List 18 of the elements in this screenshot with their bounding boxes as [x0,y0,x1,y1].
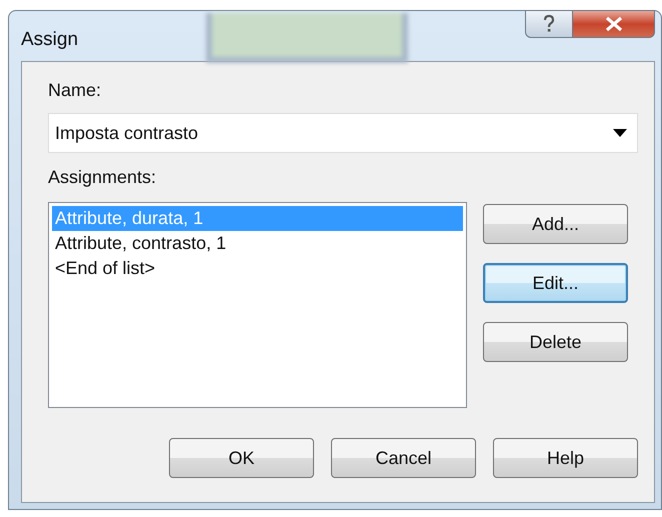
assignments-list[interactable]: Attribute, durata, 1 Attribute, contrasto, 1 <End of list> [48,202,467,408]
close-button[interactable] [573,10,655,38]
list-item[interactable]: Attribute, contrasto, 1 [52,231,463,256]
window-title: Assign [21,28,78,51]
dialog-button[interactable]: OK [169,438,314,478]
side-button[interactable]: Delete [483,322,628,362]
dialog-button[interactable]: Help [493,438,638,478]
dropdown-arrow-icon [613,129,627,137]
help-icon [541,14,557,34]
name-combo-box[interactable]: Imposta contrasto [48,113,638,153]
assignments-label: Assignments: [48,167,158,188]
side-button[interactable]: Add... [483,204,628,244]
dialog-button[interactable]: Cancel [331,438,476,478]
side-button[interactable]: Edit... [483,263,628,303]
close-icon [604,16,624,32]
name-label: Name: [48,80,102,101]
list-item[interactable]: <End of list> [52,256,463,281]
help-button[interactable] [525,10,573,38]
